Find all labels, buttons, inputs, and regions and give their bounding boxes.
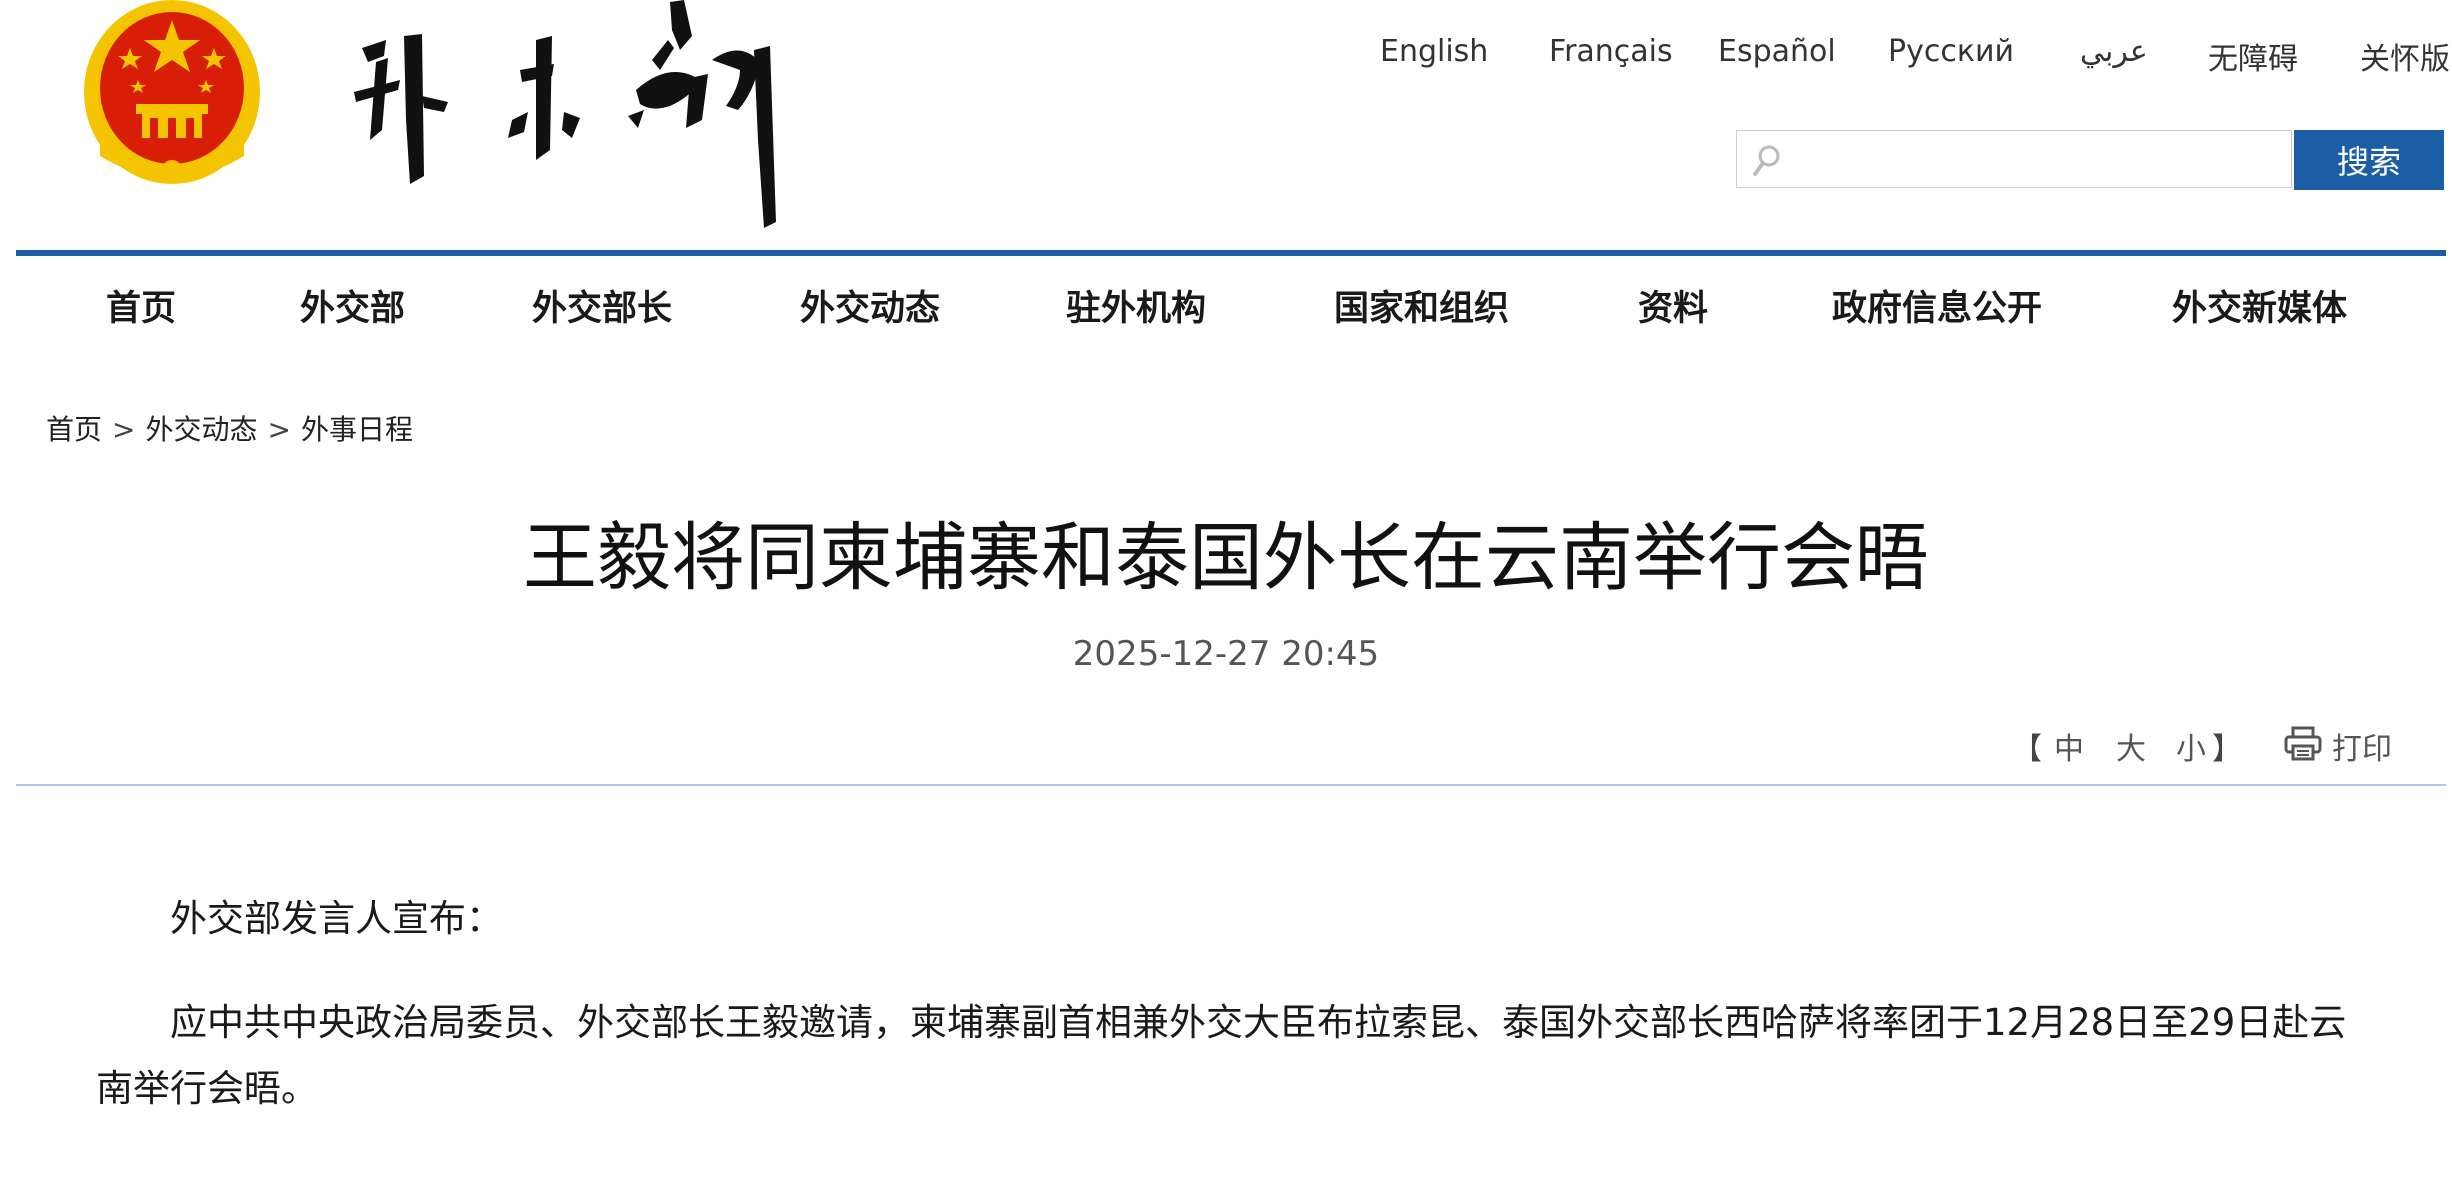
font-size-small-button[interactable]: 小	[2176, 724, 2206, 768]
page: English Français Español Русский عربي 无障…	[0, 0, 2452, 1188]
breadcrumb-schedule[interactable]: 外事日程	[301, 413, 413, 446]
article-datetime: 2025-12-27 20:45	[1072, 634, 1380, 674]
article-body: 外交部发言人宣布： 应中共中央政治局委员、外交部长王毅邀请，柬埔寨副首相兼外交大…	[96, 886, 2356, 1160]
search-box	[1736, 130, 2292, 188]
search-icon	[1753, 145, 1780, 176]
search-button[interactable]: 搜索	[2294, 130, 2444, 190]
nav-item-new-media[interactable]: 外交新媒体	[2172, 280, 2347, 331]
print-button[interactable]: 打印	[2332, 724, 2392, 768]
nav-item-home[interactable]: 首页	[106, 280, 176, 331]
font-size-large-button[interactable]: 大	[2116, 724, 2146, 768]
breadcrumb-diplomatic-news[interactable]: 外交动态	[145, 413, 257, 446]
article-title: 王毅将同柬埔寨和泰国外长在云南举行会晤	[523, 515, 1929, 601]
font-size-bracket-open: 【	[2012, 732, 2042, 767]
accessibility-link[interactable]: 无障碍	[2208, 34, 2298, 78]
breadcrumb-separator: >	[267, 413, 291, 446]
lang-spanish-link[interactable]: Español	[1718, 34, 1836, 69]
lang-french-link[interactable]: Français	[1549, 34, 1673, 69]
print-icon[interactable]	[2284, 726, 2322, 762]
font-size-bracket-close: 】	[2212, 732, 2242, 767]
content-divider	[16, 784, 2446, 786]
search-area: 搜索	[1736, 130, 2446, 192]
main-nav: 首页 外交部 外交部长 外交动态 驻外机构 国家和组织 资料 政府信息公开 外交…	[0, 280, 2452, 336]
nav-top-rule	[16, 250, 2446, 256]
lang-arabic-link[interactable]: عربي	[2080, 34, 2148, 69]
nav-item-missions-overseas[interactable]: 驻外机构	[1066, 280, 1206, 331]
lang-russian-link[interactable]: Русский	[1888, 34, 2014, 69]
nav-item-ministry[interactable]: 外交部	[300, 280, 405, 331]
search-input[interactable]	[1791, 137, 2285, 183]
nav-item-countries-organizations[interactable]: 国家和组织	[1334, 280, 1509, 331]
article-paragraph: 应中共中央政治局委员、外交部长王毅邀请，柬埔寨副首相兼外交大臣布拉索昆、泰国外交…	[96, 1001, 2347, 1110]
language-bar: English Français Español Русский عربي 无障…	[1340, 34, 2452, 77]
nav-item-resources[interactable]: 资料	[1638, 280, 1708, 331]
breadcrumb: 首页 > 外交动态 > 外事日程	[46, 408, 413, 448]
article-tools: 【 中 大 小 】 打印	[1990, 724, 2430, 768]
elderly-care-mode-link[interactable]: 关怀版	[2360, 34, 2450, 78]
font-size-medium-button[interactable]: 中	[2054, 724, 2084, 768]
article-paragraph: 外交部发言人宣布：	[170, 897, 503, 940]
breadcrumb-separator: >	[112, 413, 136, 446]
national-emblem-icon[interactable]	[80, 0, 264, 188]
ministry-calligraphy-logo[interactable]	[340, 0, 800, 230]
nav-item-government-info[interactable]: 政府信息公开	[1832, 280, 2042, 331]
lang-english-link[interactable]: English	[1380, 34, 1488, 69]
nav-item-minister[interactable]: 外交部长	[532, 280, 672, 331]
breadcrumb-home[interactable]: 首页	[46, 413, 102, 446]
nav-item-diplomatic-news[interactable]: 外交动态	[800, 280, 940, 331]
